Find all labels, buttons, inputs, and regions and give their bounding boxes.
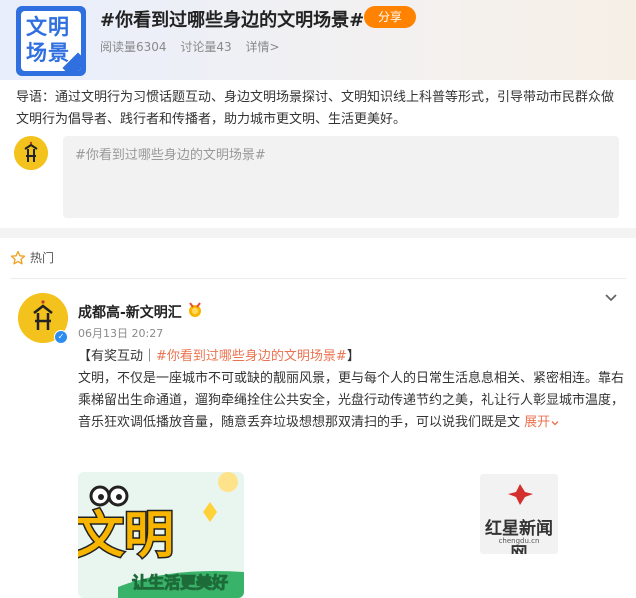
user-avatar[interactable]	[14, 136, 48, 170]
hot-section-header: 热门	[10, 249, 54, 266]
post-body: 文明，不仅是一座城市不可或缺的靓丽风景，更与每个人的日常生活息息相关、紧密相连。…	[78, 368, 626, 434]
hot-divider	[10, 278, 626, 279]
details-link[interactable]: 详情>	[245, 40, 279, 54]
logo-text-line2: 场景	[26, 41, 70, 65]
post-timestamp[interactable]: 06月13日 20:27	[78, 325, 163, 341]
chevron-down-icon[interactable]	[602, 288, 620, 306]
post-image-civilization[interactable]: 文明 让生活更美好	[78, 472, 244, 598]
image1-slogan: 让生活更美好	[132, 573, 228, 592]
medal-icon	[189, 302, 201, 317]
topic-intro: 导语：通过文明行为习惯话题互动、身边文明场景探讨、文明知识线上科普等形式，引导带…	[16, 90, 615, 127]
hot-label: 热门	[30, 251, 55, 265]
topic-header: 文明 场景 #你看到过哪些身边的文明场景# 分享 阅读量6304 讨论量43 详…	[0, 0, 636, 80]
site-url: chengdu.cn	[498, 537, 540, 545]
read-count: 阅读量6304	[100, 40, 167, 54]
hongxing-logo-text: 红星新闻网	[485, 519, 553, 554]
topic-title: #你看到过哪些身边的文明场景#	[100, 10, 365, 31]
topic-hashtag-link[interactable]: #你看到过哪些身边的文明场景#	[156, 349, 347, 364]
chevron-down-icon	[551, 420, 559, 425]
share-button[interactable]: 分享	[364, 6, 416, 28]
verified-badge-icon: ✓	[54, 330, 68, 344]
expand-link[interactable]: 展开	[524, 415, 560, 430]
image1-title: 文明	[78, 506, 174, 564]
post-author-name[interactable]: 成都高-新文明汇	[78, 302, 182, 322]
topic-logo: 文明 场景	[16, 6, 86, 76]
tag-prefix: 【有奖互动｜	[78, 349, 157, 364]
post-tagline: 【有奖互动｜#你看到过哪些身边的文明场景#】	[78, 345, 360, 364]
star-outline-icon	[10, 250, 26, 264]
topic-stats: 阅读量6304 讨论量43 详情>	[100, 38, 290, 55]
logo-text-line1: 文明	[26, 15, 70, 39]
post-composer-input[interactable]: #你看到过哪些身边的文明场景#	[63, 136, 619, 218]
tag-suffix: 】	[346, 349, 360, 364]
discuss-count: 讨论量43	[180, 40, 232, 54]
section-divider	[0, 228, 636, 238]
post-image-hongxing-news[interactable]: 红星新闻网 chengdu.cn	[480, 474, 558, 554]
